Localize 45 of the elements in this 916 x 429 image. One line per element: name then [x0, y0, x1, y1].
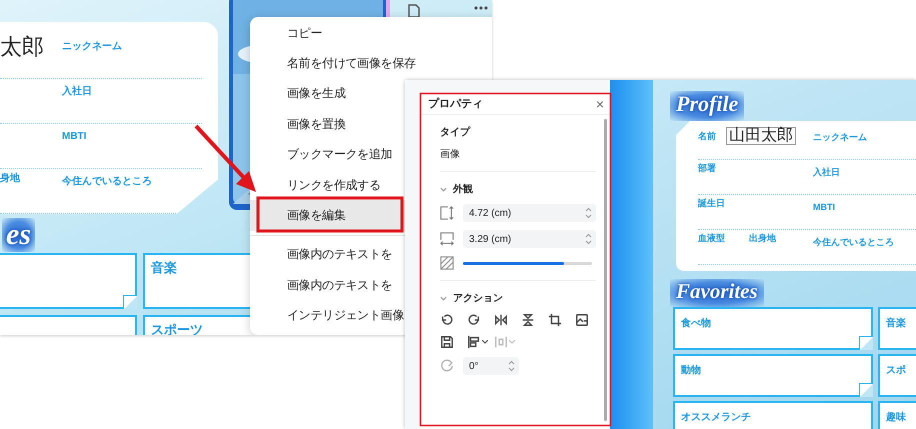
card-label: 音楽 — [886, 318, 906, 329]
menu-item[interactable]: 画像を編集 — [250, 200, 405, 231]
field-label: ニックネーム — [813, 132, 867, 142]
card-label: 食べ物 — [681, 318, 711, 329]
menu-item[interactable]: 名前を付けて画像を保存 — [250, 48, 420, 79]
name-value: 山田太郎 — [726, 127, 796, 145]
field-label: 誕生日 — [698, 197, 725, 210]
field-label: 血液型 — [698, 232, 725, 245]
width-field[interactable]: 3.29 (cm) — [463, 230, 596, 248]
name-value: 太郎 — [0, 36, 44, 58]
height-field[interactable]: 4.72 (cm) — [463, 204, 596, 222]
card-label: オススメランチ — [681, 412, 751, 423]
field-label: 出身地 — [749, 232, 776, 245]
section-heading: Profile — [670, 91, 744, 121]
field-label: ニックネーム — [62, 41, 122, 52]
field-label: 今住んでいるところ — [62, 176, 152, 187]
section-title: アクション — [453, 292, 503, 305]
menu-item[interactable]: インテリジェント画像 — [250, 300, 408, 331]
field-label: タイプ — [440, 125, 472, 139]
menu-item[interactable]: 画像を生成 — [250, 78, 405, 110]
menu-item[interactable]: ブックマークを追加 — [250, 140, 405, 170]
card-label: スポ — [886, 365, 906, 376]
section-heading: es — [2, 218, 35, 252]
menu-item[interactable]: 画像を置換 — [250, 109, 405, 140]
field-label: 部署 — [698, 162, 716, 175]
card-label: 動物 — [681, 365, 701, 376]
card-label: 音楽 — [151, 260, 177, 275]
field-label: MBTI — [62, 131, 86, 142]
field-label: 身地 — [0, 172, 20, 185]
field-label: 入社日 — [62, 86, 92, 97]
close-button[interactable]: × — [596, 96, 604, 112]
rotation-field[interactable]: 0° — [463, 357, 519, 375]
field-label: 名前 — [698, 130, 716, 142]
section-heading: Favorites — [670, 279, 764, 307]
panel-title: プロパティ — [428, 96, 483, 111]
card-label: 趣味 — [886, 412, 906, 423]
menu-item[interactable]: コピー — [250, 18, 405, 48]
menu-item[interactable]: 画像内のテキストを — [250, 270, 405, 301]
field-label: MBTI — [813, 202, 835, 212]
section-title: 外観 — [453, 182, 473, 196]
menu-item[interactable]: 画像内のテキストを — [250, 240, 405, 270]
field-label: 入社日 — [813, 167, 840, 177]
field-label: 今住んでいるところ — [813, 237, 894, 247]
menu-item[interactable]: リンクを作成する — [250, 170, 405, 200]
type-value: 画像 — [440, 148, 461, 161]
